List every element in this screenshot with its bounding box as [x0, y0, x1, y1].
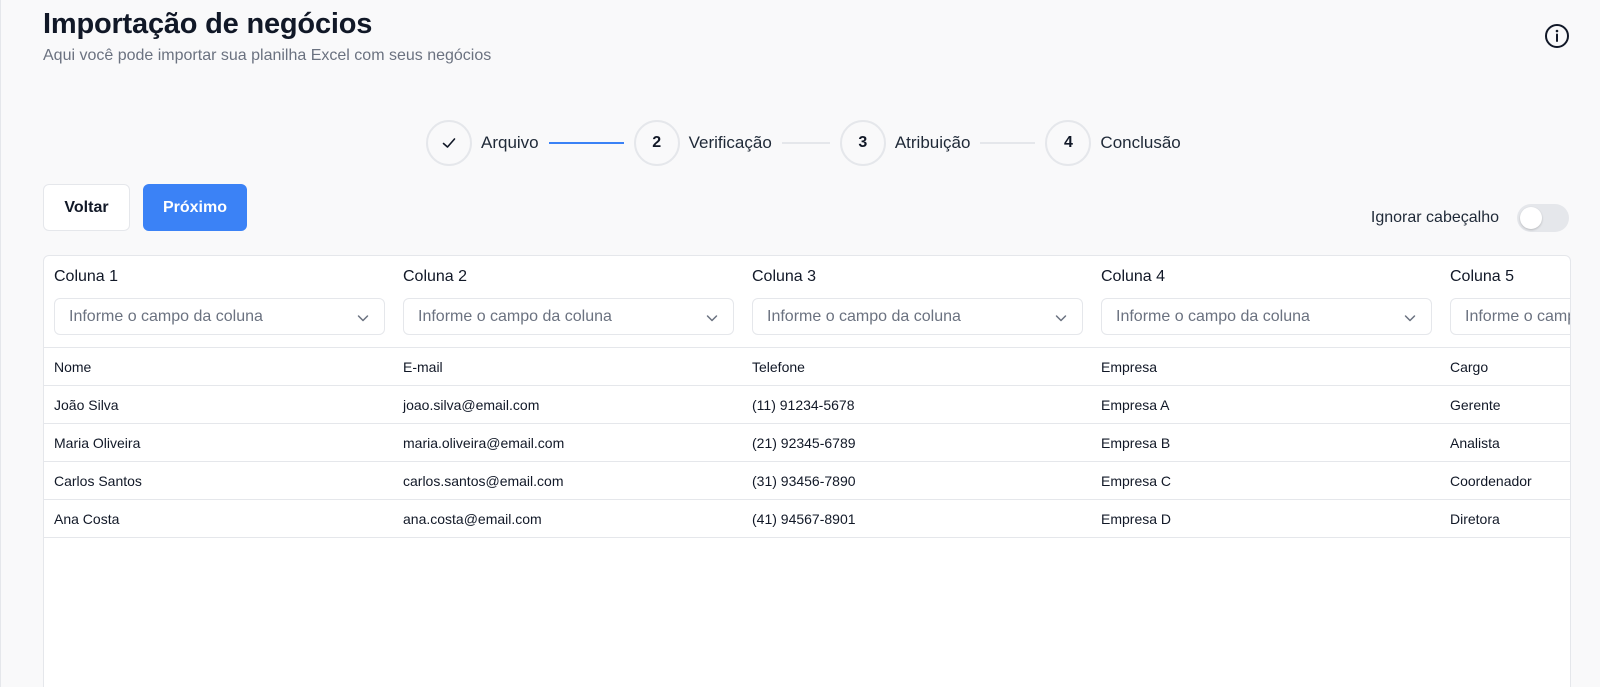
table-cell: Empresa A	[1101, 397, 1170, 413]
ignore-header-label: Ignorar cabeçalho	[1370, 209, 1499, 226]
ignore-header-toggle[interactable]	[1517, 204, 1569, 232]
table-cell: (11) 91234-5678	[752, 397, 855, 413]
table-row: João Silva joao.silva@email.com (11) 912…	[44, 386, 1570, 424]
column-field-select[interactable]: Informe o campo da coluna	[54, 298, 385, 335]
table-row: Carlos Santos carlos.santos@email.com (3…	[44, 462, 1570, 500]
step-label: Conclusão	[1100, 133, 1181, 152]
page-header: Importação de negócios Aqui você pode im…	[43, 6, 491, 66]
chevron-down-icon	[1055, 315, 1067, 322]
column-field-select[interactable]: Informe o campo da coluna	[752, 298, 1083, 335]
step-arquivo: Arquivo	[426, 120, 539, 166]
column-field-select[interactable]: Informe o campo da coluna	[1450, 298, 1570, 335]
step-number: 3	[839, 120, 886, 166]
step-verificacao: 2 Verificação	[633, 120, 772, 166]
column-header: Coluna 5 Informe o campo da coluna	[1440, 256, 1570, 348]
import-stepper: Arquivo 2 Verificação 3 Atribuição 4 Con…	[426, 119, 1181, 167]
info-button[interactable]	[1544, 23, 1570, 49]
column-field-placeholder: Informe o campo da coluna	[767, 307, 961, 325]
info-icon	[1545, 24, 1569, 48]
step-connector	[548, 142, 624, 144]
table-cell: Empresa B	[1101, 435, 1171, 451]
step-atribuicao: 3 Atribuição	[839, 120, 971, 166]
table-cell: E-mail	[403, 359, 443, 375]
table-row: Maria Oliveira maria.oliveira@email.com …	[44, 424, 1570, 462]
table-cell: (21) 92345-6789	[752, 435, 856, 451]
column-field-select[interactable]: Informe o campo da coluna	[403, 298, 734, 335]
table-cell: Empresa	[1101, 359, 1158, 375]
toggle-knob	[1520, 207, 1542, 229]
table-cell: Maria Oliveira	[54, 435, 141, 451]
table-cell: carlos.santos@email.com	[403, 473, 564, 489]
table-cell: Telefone	[752, 359, 805, 375]
chevron-down-icon	[357, 315, 369, 322]
check-icon	[442, 138, 456, 148]
table-cell: Gerente	[1450, 397, 1501, 413]
table-cell: maria.oliveira@email.com	[403, 435, 565, 451]
page-title: Importação de negócios	[43, 8, 373, 40]
table-cell: Coordenador	[1450, 473, 1532, 489]
table-cell: Cargo	[1450, 359, 1489, 375]
column-mapping-table: Coluna 1 Informe o campo da coluna Colun…	[43, 255, 1571, 687]
table-cell: (41) 94567-8901	[752, 511, 856, 527]
table-cell: João Silva	[54, 397, 119, 413]
column-title: Coluna 5	[1450, 268, 1515, 285]
page-subtitle: Aqui você pode importar sua planilha Exc…	[43, 47, 492, 64]
column-title: Coluna 1	[54, 268, 119, 285]
column-field-placeholder: Informe o campo da coluna	[1465, 307, 1570, 325]
step-label: Verificação	[688, 133, 772, 152]
step-number: 2	[633, 120, 680, 166]
chevron-down-icon	[706, 315, 718, 322]
table-cell: Carlos Santos	[54, 473, 142, 489]
table-cell: Empresa C	[1101, 473, 1172, 489]
chevron-down-icon	[1404, 315, 1416, 322]
table-cell: Nome	[54, 359, 92, 375]
step-connector	[781, 142, 830, 144]
table-row: Ana Costa ana.costa@email.com (41) 94567…	[44, 500, 1570, 538]
step-label: Arquivo	[481, 133, 539, 152]
column-title: Coluna 2	[403, 268, 468, 285]
column-header: Coluna 3 Informe o campo da coluna	[742, 256, 1091, 348]
table-cell: Analista	[1450, 435, 1500, 451]
table-cell: (31) 93456-7890	[752, 473, 856, 489]
column-title: Coluna 4	[1101, 268, 1166, 285]
next-button[interactable]: Próximo	[143, 184, 247, 231]
ignore-header-toggle-group: Ignorar cabeçalho	[1371, 204, 1569, 232]
step-connector	[980, 142, 1036, 144]
table-cell: Ana Costa	[54, 511, 120, 527]
step-circle-done	[426, 120, 472, 166]
column-title: Coluna 3	[752, 268, 817, 285]
column-field-placeholder: Informe o campo da coluna	[69, 307, 263, 325]
table-row: Nome E-mail Telefone Empresa Cargo	[44, 348, 1570, 386]
step-conclusao: 4 Conclusão	[1045, 120, 1181, 166]
step-label: Atribuição	[894, 133, 971, 152]
table-cell: Diretora	[1450, 511, 1500, 527]
table-cell: ana.costa@email.com	[403, 511, 542, 527]
column-header: Coluna 2 Informe o campo da coluna	[393, 256, 742, 348]
step-number: 4	[1045, 120, 1092, 166]
column-header: Coluna 4 Informe o campo da coluna	[1091, 256, 1440, 348]
table-cell: joao.silva@email.com	[403, 397, 540, 413]
back-button[interactable]: Voltar	[43, 184, 130, 231]
table-cell: Empresa D	[1101, 511, 1172, 527]
column-header: Coluna 1 Informe o campo da coluna	[44, 256, 393, 348]
column-field-select[interactable]: Informe o campo da coluna	[1101, 298, 1432, 335]
column-field-placeholder: Informe o campo da coluna	[1116, 307, 1310, 325]
column-field-placeholder: Informe o campo da coluna	[418, 307, 612, 325]
